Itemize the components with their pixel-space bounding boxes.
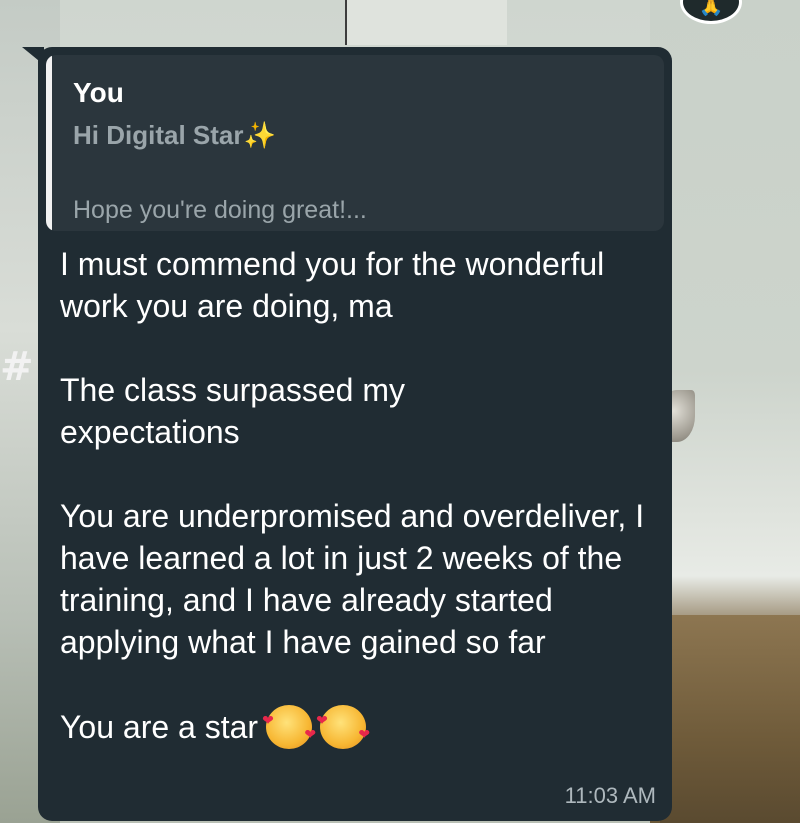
quote-line-1: Hi Digital Star✨ <box>73 120 276 151</box>
message-paragraph-3: You are underpromised and overdeliver, I… <box>60 498 645 660</box>
quote-line-2: Hope you're doing great!... <box>73 196 367 224</box>
message-paragraph-1: I must commend you for the wonderful wor… <box>60 246 605 324</box>
quote-line-1-text: Hi Digital Star <box>73 120 244 150</box>
message-paragraph-2: The class surpassed my expectations <box>60 372 406 450</box>
message-timestamp: 11:03 AM <box>564 783 656 808</box>
wallpaper-box <box>660 615 800 823</box>
message-bubble[interactable]: You Hi Digital Star✨ Hope you're doing g… <box>38 47 672 821</box>
message-last-line: You are a star <box>60 699 660 755</box>
smiling-face-with-hearts-icon <box>262 699 316 755</box>
quote-author: You <box>73 77 124 108</box>
smiling-face-with-hearts-icon <box>316 699 370 755</box>
quote-accent-bar <box>46 55 52 231</box>
message-last-line-text: You are a star <box>60 709 259 745</box>
message-body: I must commend you for the wonderful wor… <box>60 243 660 755</box>
folded-hands-icon: 🙏 <box>698 0 724 17</box>
quoted-message[interactable]: You Hi Digital Star✨ Hope you're doing g… <box>46 55 664 231</box>
sparkles-icon: ✨ <box>243 120 276 150</box>
wallpaper-window <box>345 0 507 45</box>
wallpaper-hash-symbol: # <box>0 344 34 390</box>
